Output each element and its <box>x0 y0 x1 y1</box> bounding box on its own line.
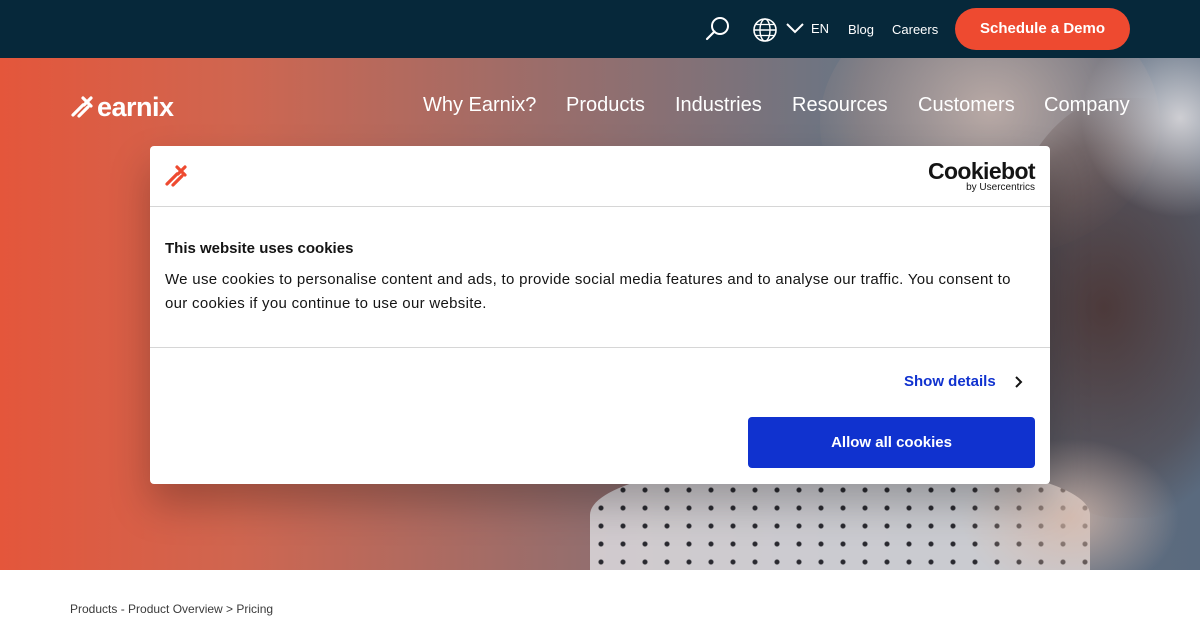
nav-company[interactable]: Company <box>1044 94 1130 117</box>
earnix-logo-icon <box>71 96 93 118</box>
chevron-right-icon[interactable] <box>1012 375 1024 389</box>
cookie-dialog-body: We use cookies to personalise content an… <box>165 271 1011 312</box>
allow-all-cookies-button[interactable]: Allow all cookies <box>748 417 1035 468</box>
show-details-link[interactable]: Show details <box>904 373 996 390</box>
logo-wordmark: earnix <box>97 91 174 122</box>
language-selector[interactable]: EN <box>811 21 829 36</box>
chevron-down-icon[interactable] <box>785 20 805 36</box>
earnix-logo[interactable]: earnix <box>70 91 174 122</box>
nav-resources[interactable]: Resources <box>792 94 888 117</box>
cookie-dialog-header: Cookiebot by Usercentrics <box>150 146 1050 207</box>
top-utility-bar: EN Blog Careers Schedule a Demo <box>0 0 1200 58</box>
globe-icon[interactable] <box>752 17 778 43</box>
breadcrumb: Products - Product Overview > Pricing <box>70 602 274 616</box>
cookie-consent-dialog: Cookiebot by Usercentrics This website u… <box>150 146 1050 484</box>
nav-products[interactable]: Products <box>566 94 645 117</box>
nav-industries[interactable]: Industries <box>675 94 762 117</box>
schedule-demo-button[interactable]: Schedule a Demo <box>955 8 1130 50</box>
earnix-mark-icon <box>165 165 187 187</box>
blog-link[interactable]: Blog <box>848 22 874 37</box>
search-icon[interactable] <box>705 16 731 42</box>
cookie-dialog-divider <box>150 347 1050 348</box>
nav-customers[interactable]: Customers <box>918 94 1015 117</box>
careers-link[interactable]: Careers <box>892 22 938 37</box>
cookie-dialog-title: This website uses cookies <box>165 240 354 257</box>
cookiebot-name: Cookiebot <box>927 158 1036 184</box>
cookiebot-logo: Cookiebot by Usercentrics <box>927 158 1036 193</box>
nav-why-earnix[interactable]: Why Earnix? <box>423 94 536 117</box>
